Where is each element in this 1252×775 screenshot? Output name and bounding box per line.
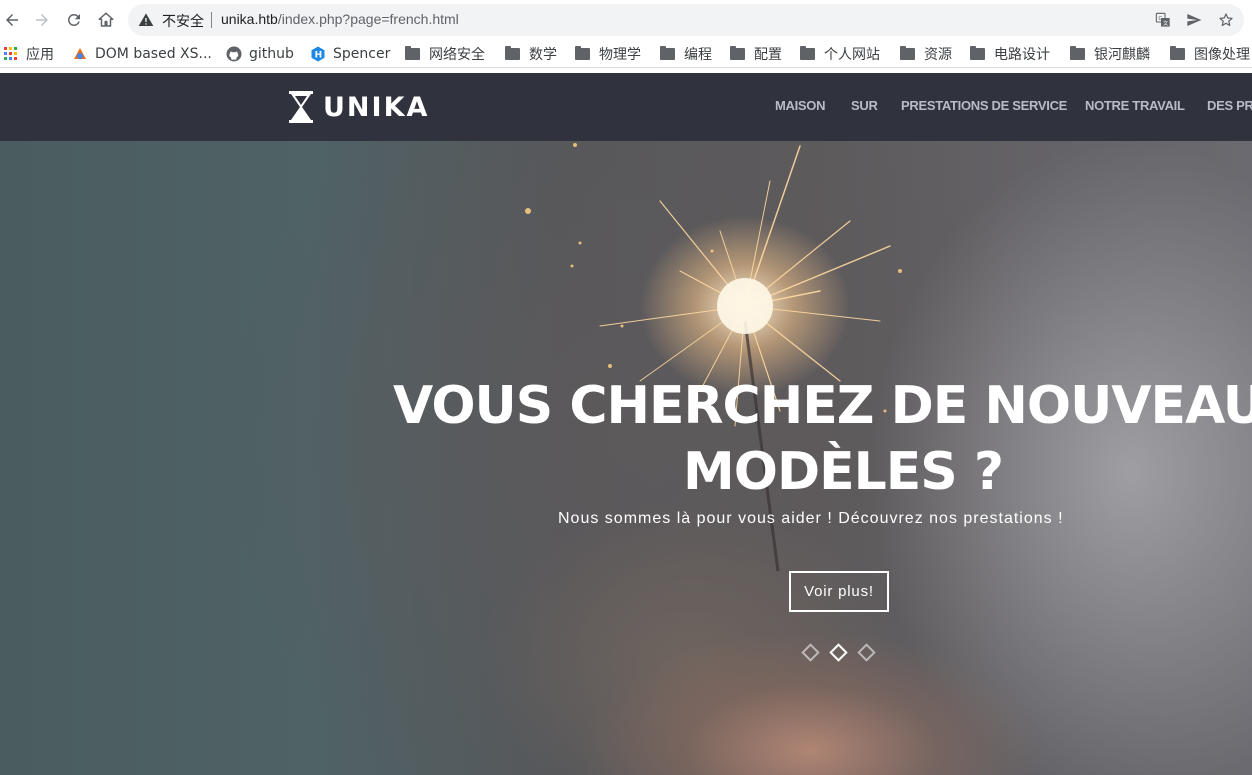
voir-plus-button[interactable]: Voir plus! bbox=[789, 571, 889, 612]
apps-icon bbox=[4, 47, 17, 60]
bookmark-label: 资源 bbox=[924, 47, 952, 63]
hero-slider: VOUS CHERCHEZ DE NOUVEAUX MODÈLES ? Nous… bbox=[0, 141, 1252, 775]
bookmark-folder-physics[interactable]: 物理学 bbox=[575, 44, 641, 64]
bookmark-label: 银河麒麟 bbox=[1094, 47, 1150, 63]
bookmark-apps[interactable]: 应用 bbox=[3, 44, 54, 64]
bookmark-label: 应用 bbox=[26, 47, 54, 63]
bookmark-folder-math[interactable]: 数学 bbox=[505, 44, 557, 64]
bookmark-folder-config[interactable]: 配置 bbox=[730, 44, 782, 64]
bookmark-folder-security[interactable]: 网络安全 bbox=[405, 44, 485, 64]
back-icon bbox=[6, 14, 18, 26]
bookmark-folder-circuit[interactable]: 电路设计 bbox=[970, 44, 1050, 64]
folder-icon bbox=[800, 46, 815, 60]
bookmark-label: DOM based XS... bbox=[95, 46, 212, 62]
bookmark-label: 网络安全 bbox=[429, 47, 485, 63]
hero-title: VOUS CHERCHEZ DE NOUVEAUX MODÈLES ? bbox=[393, 373, 1252, 502]
send-icon[interactable] bbox=[1186, 12, 1202, 28]
home-icon bbox=[98, 12, 114, 27]
menu-item-maison[interactable]: MAISON bbox=[775, 98, 826, 113]
forward-icon bbox=[36, 14, 48, 26]
menu-item-des-prix[interactable]: DES PRIX bbox=[1207, 98, 1252, 113]
bookmark-folder-kylin[interactable]: 银河麒麟 bbox=[1070, 44, 1150, 64]
folder-icon bbox=[970, 46, 985, 60]
bookmark-label: 物理学 bbox=[599, 47, 641, 63]
folder-icon bbox=[660, 46, 675, 60]
url-text[interactable]: unika.htb/index.php?page=french.html bbox=[221, 11, 459, 27]
bookmark-folder-resources[interactable]: 资源 bbox=[900, 44, 952, 64]
folder-icon bbox=[1170, 46, 1185, 60]
reload-icon bbox=[67, 13, 80, 26]
sparkler-photo bbox=[525, 143, 902, 572]
back-button[interactable] bbox=[0, 8, 24, 32]
bookmark-label: 配置 bbox=[754, 47, 782, 63]
bookmark-label: 编程 bbox=[684, 47, 712, 63]
folder-icon bbox=[575, 46, 590, 60]
translate-icon[interactable]: G文 bbox=[1155, 12, 1171, 28]
menu-item-sur[interactable]: SUR bbox=[851, 98, 878, 113]
folder-icon bbox=[505, 46, 520, 60]
warning-icon[interactable] bbox=[138, 12, 154, 28]
bookmark-folder-image[interactable]: 图像处理 bbox=[1170, 44, 1250, 64]
home-button[interactable] bbox=[94, 8, 118, 32]
bookmark-label: 数学 bbox=[529, 47, 557, 63]
bookmark-github[interactable]: github bbox=[226, 44, 294, 64]
hexo-icon: H bbox=[311, 46, 325, 62]
reload-button[interactable] bbox=[62, 8, 86, 32]
hero-title-line1: VOUS CHERCHEZ DE NOUVEAUX bbox=[393, 376, 1252, 436]
svg-text:G: G bbox=[1158, 16, 1162, 22]
hourglass-logo-icon bbox=[289, 91, 313, 123]
browser-toolbar: 不安全 unika.htb/index.php?page=french.html… bbox=[0, 0, 1252, 40]
site-header: UNIKA MAISON SUR PRESTATIONS DE SERVICE … bbox=[0, 73, 1252, 141]
bookmark-label: 图像处理 bbox=[1194, 47, 1250, 63]
address-bar[interactable]: 不安全 unika.htb/index.php?page=french.html… bbox=[128, 4, 1244, 36]
bookmark-folder-personal-site[interactable]: 个人网站 bbox=[800, 44, 880, 64]
url-host: unika.htb bbox=[221, 11, 278, 27]
forward-button[interactable] bbox=[30, 8, 54, 32]
site-icon bbox=[74, 48, 86, 59]
address-separator bbox=[211, 12, 212, 28]
url-path: /index.php?page=french.html bbox=[277, 11, 459, 27]
logo-text: UNIKA bbox=[323, 91, 430, 123]
folder-icon bbox=[405, 46, 420, 60]
menu-item-notre-travail[interactable]: NOTRE TRAVAIL bbox=[1085, 98, 1185, 113]
github-icon bbox=[226, 46, 242, 62]
hero-subtitle: Nous sommes là pour vous aider ! Découvr… bbox=[558, 510, 1064, 527]
menu-item-prestations[interactable]: PRESTATIONS DE SERVICE bbox=[901, 98, 1067, 113]
folder-icon bbox=[730, 46, 745, 60]
bookmark-label: 个人网站 bbox=[824, 47, 880, 63]
folder-icon bbox=[1070, 46, 1085, 60]
bookmark-folder-programming[interactable]: 编程 bbox=[660, 44, 712, 64]
bookmark-spencer[interactable]: H Spencer bbox=[310, 44, 390, 64]
bookmark-dom-xss[interactable]: DOM based XS... bbox=[72, 44, 212, 64]
bookmark-label: 电路设计 bbox=[994, 47, 1050, 63]
bookmark-label: Spencer bbox=[333, 46, 391, 62]
star-icon[interactable] bbox=[1218, 12, 1234, 28]
folder-icon bbox=[900, 46, 915, 60]
bookmarks-bar: 应用 DOM based XS... github H Spencer 网络安全… bbox=[0, 40, 1252, 68]
svg-text:H: H bbox=[315, 51, 323, 61]
site-logo[interactable]: UNIKA bbox=[289, 91, 429, 123]
insecure-label[interactable]: 不安全 bbox=[162, 11, 204, 31]
hero-title-line2: MODÈLES ? bbox=[683, 442, 1004, 502]
bookmark-label: github bbox=[249, 46, 294, 62]
